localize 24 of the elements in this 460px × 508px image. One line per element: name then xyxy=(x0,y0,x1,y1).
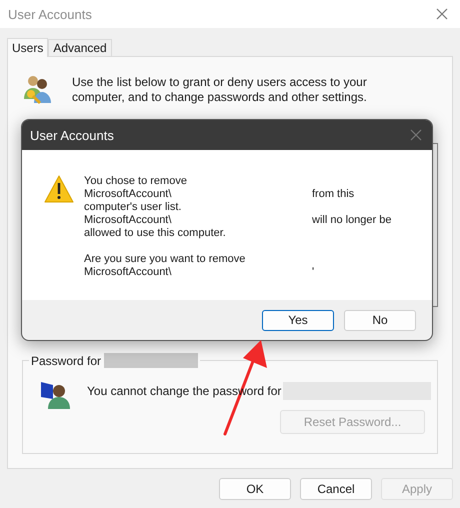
message-text: You chose to remove xyxy=(84,175,188,188)
group-label: Password for xyxy=(31,354,102,368)
message-text: MicrosoftAccount\ xyxy=(84,214,172,227)
message-text: ' xyxy=(312,266,316,279)
close-icon[interactable] xyxy=(436,8,448,20)
message-text: MicrosoftAccount\ xyxy=(84,188,172,201)
window-title: User Accounts xyxy=(8,6,92,22)
dialog-title: User Accounts xyxy=(30,128,114,142)
message-text: from this xyxy=(312,188,356,201)
dialog-button[interactable]: Yes xyxy=(262,310,334,330)
warning-icon xyxy=(44,175,74,203)
tab[interactable]: Users xyxy=(7,38,48,57)
dialog-button[interactable]: OK xyxy=(219,478,291,500)
message-text: Are you sure you want to remove xyxy=(84,253,246,266)
message-text: computer's user list. xyxy=(84,201,182,214)
dialog-button[interactable]: Cancel xyxy=(300,478,372,500)
dialog-button[interactable]: No xyxy=(344,310,416,330)
message-text: allowed to use this computer. xyxy=(84,227,227,240)
close-icon[interactable] xyxy=(410,129,422,141)
message-text: will no longer be xyxy=(312,214,392,227)
tab[interactable]: Advanced xyxy=(48,39,112,56)
message-text: MicrosoftAccount\ xyxy=(84,266,172,279)
users-key-icon xyxy=(22,73,54,105)
intro-text: Use the list below to grant or deny users access to your computer, and to change passwords and other settings. xyxy=(72,75,368,105)
